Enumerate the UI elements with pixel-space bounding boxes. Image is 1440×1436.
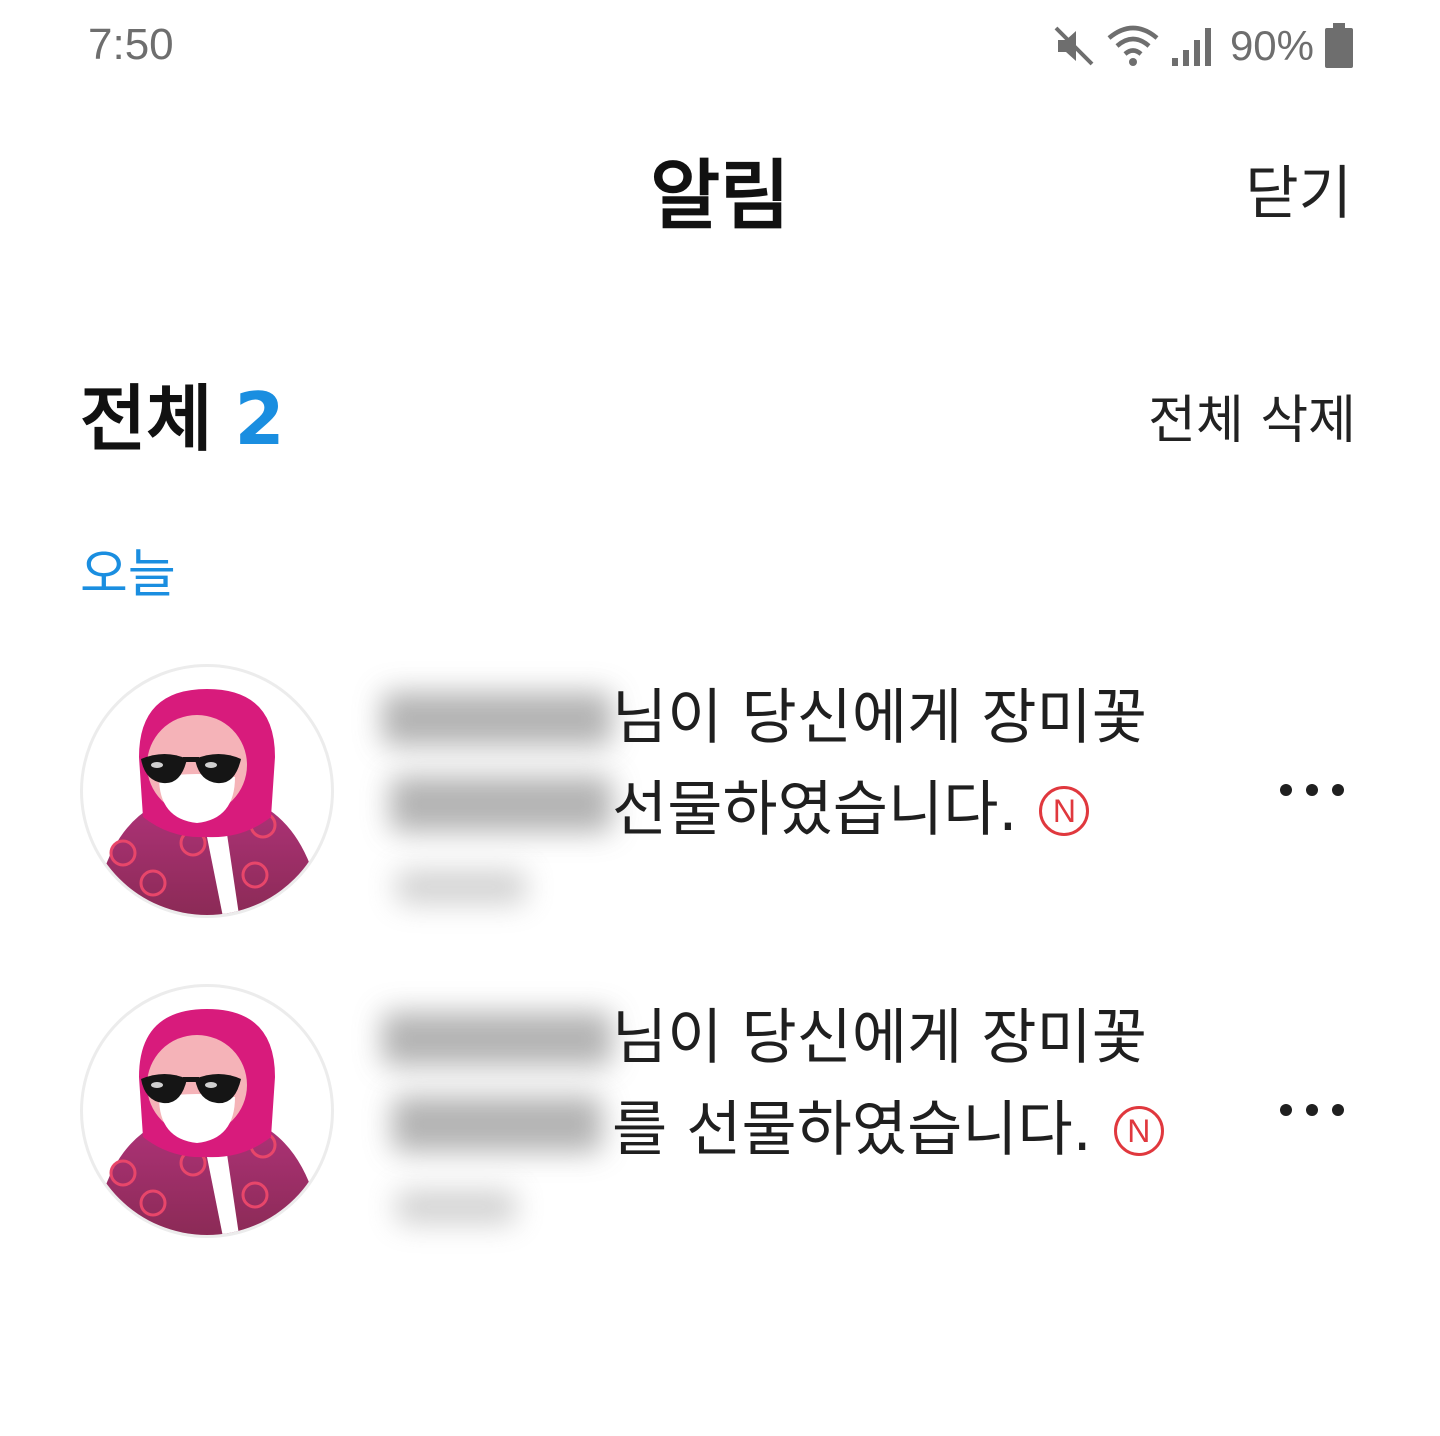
battery-percent: 90% <box>1229 22 1314 69</box>
avatar[interactable] <box>80 984 334 1238</box>
notification-line-2: 선물하였습니다. N <box>612 764 1147 856</box>
notification-line-1: 님이 당신에게 장미꽃 <box>612 1003 1147 1073</box>
notification-message: 님이 당신에게 장미꽃 를 선물하였습니다. N <box>612 992 1164 1176</box>
blurred-timestamp <box>396 870 526 904</box>
day-label: 오늘 <box>80 545 176 605</box>
blurred-username <box>382 1012 612 1066</box>
more-dot <box>1280 1104 1292 1116</box>
close-button[interactable]: 닫기 <box>1245 146 1352 230</box>
notification-line-2-text: 를 선물하였습니다. <box>612 1095 1092 1165</box>
delete-all-button[interactable]: 전체 삭제 <box>1148 378 1356 453</box>
status-bar: 7:50 90% <box>0 0 1440 96</box>
more-options-button[interactable] <box>1280 780 1344 800</box>
battery-icon <box>1324 23 1354 69</box>
notification-item[interactable]: 님이 당신에게 장미꽃 를 선물하였습니다. N <box>0 984 1440 1274</box>
more-dot <box>1306 784 1318 796</box>
more-options-button[interactable] <box>1280 1100 1344 1120</box>
blurred-timestamp <box>396 1190 516 1224</box>
avatar[interactable] <box>80 664 334 918</box>
blurred-username <box>382 692 612 746</box>
notification-message: 님이 당신에게 장미꽃 선물하였습니다. N <box>612 672 1147 856</box>
notification-line-2: 를 선물하였습니다. N <box>612 1084 1164 1176</box>
new-badge: N <box>1113 1106 1164 1156</box>
notification-count: 2 <box>234 377 285 461</box>
status-icons: 90% <box>1052 20 1354 72</box>
status-time: 7:50 <box>88 20 174 69</box>
blurred-item-name <box>390 776 612 832</box>
more-dot <box>1306 1104 1318 1116</box>
mute-icon <box>1052 24 1096 68</box>
section-title-label: 전체 <box>80 377 213 461</box>
blurred-item-name <box>392 1096 602 1152</box>
signal-icon <box>1170 24 1218 68</box>
notification-line-2-text: 선물하였습니다. <box>612 775 1018 845</box>
page-title: 알림 <box>650 151 790 240</box>
wifi-icon <box>1106 24 1160 68</box>
more-dot <box>1332 1104 1344 1116</box>
section-title: 전체 2 <box>80 360 285 465</box>
notification-line-1: 님이 당신에게 장미꽃 <box>612 683 1147 753</box>
notification-item[interactable]: 님이 당신에게 장미꽃 선물하였습니다. N <box>0 664 1440 954</box>
more-dot <box>1332 784 1344 796</box>
more-dot <box>1280 784 1292 796</box>
new-badge: N <box>1039 786 1090 836</box>
